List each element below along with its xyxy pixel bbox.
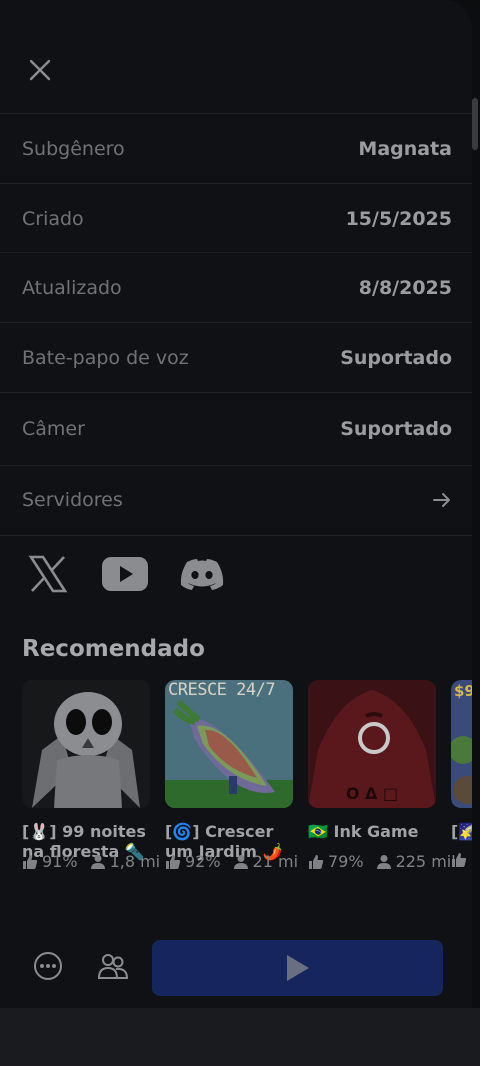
game-stats <box>451 852 471 868</box>
party-icon[interactable] <box>97 950 129 982</box>
detail-key: Criado <box>22 208 84 230</box>
row-divider <box>0 322 472 323</box>
detail-row-subgenre: Subgênero Magnata <box>22 129 452 169</box>
game-stats: 92% 21 mi <box>165 852 298 871</box>
detail-value: 8/8/2025 <box>358 277 452 299</box>
close-icon[interactable] <box>26 56 54 84</box>
detail-value: Magnata <box>358 138 452 160</box>
game-thumbnail: CRESCE 24/7 <box>165 680 293 808</box>
player-count: 21 mi <box>252 852 299 871</box>
players-icon <box>90 854 105 869</box>
game-details-panel: Subgênero Magnata Criado 15/5/2025 Atual… <box>0 0 472 1008</box>
thumbs-up-icon <box>452 853 467 867</box>
game-card[interactable]: Ο Δ □ 🇧🇷 Ink Game 79% 225 mil <box>308 680 456 871</box>
row-divider <box>0 183 472 184</box>
arrow-right-icon <box>433 493 450 507</box>
detail-row-camera: Câmer Suportado <box>22 409 452 449</box>
game-title: 🇧🇷 Ink Game <box>308 822 419 841</box>
detail-value: Suportado <box>340 347 452 369</box>
like-ratio: 79% <box>328 852 364 871</box>
detail-key: Bate-papo de voz <box>22 347 189 369</box>
more-options-icon[interactable] <box>32 950 64 982</box>
like-ratio: 91% <box>42 852 78 871</box>
detail-value: 15/5/2025 <box>345 208 452 230</box>
game-thumbnail <box>22 680 150 808</box>
game-card[interactable]: [🐰] 99 noites na floresta 🔦 91% 1,8 mi <box>22 680 160 871</box>
servers-link[interactable]: Servidores <box>22 480 452 520</box>
youtube-icon[interactable] <box>102 552 148 596</box>
servers-label: Servidores <box>22 489 123 511</box>
game-thumbnail: $9 <box>451 680 472 808</box>
thumbnail-text: CRESCE 24/7 <box>168 680 276 700</box>
game-card[interactable]: $9 [🌠] Bra <box>451 680 472 867</box>
like-ratio: 92% <box>185 852 221 871</box>
row-divider <box>0 252 472 253</box>
x-icon[interactable] <box>28 552 68 596</box>
row-divider <box>0 392 472 393</box>
thumbs-up-icon <box>309 854 324 869</box>
thumbnail-text: Ο Δ □ <box>345 784 399 803</box>
game-title: [🌠] Bra <box>451 822 472 841</box>
detail-value: Suportado <box>340 418 452 440</box>
thumbs-up-icon <box>23 854 38 869</box>
game-stats: 91% 1,8 mi <box>22 852 160 871</box>
discord-icon[interactable] <box>179 552 225 596</box>
recommended-title: Recomendado <box>22 636 205 662</box>
row-divider <box>0 535 472 536</box>
game-thumbnail: Ο Δ □ <box>308 680 436 808</box>
play-icon <box>286 955 309 981</box>
detail-row-voice-chat: Bate-papo de voz Suportado <box>22 338 452 378</box>
thumbs-up-icon <box>166 854 181 869</box>
players-icon <box>376 854 391 869</box>
detail-row-updated: Atualizado 8/8/2025 <box>22 268 452 308</box>
detail-key: Câmer <box>22 418 85 440</box>
game-card[interactable]: CRESCE 24/7 [🌀] Crescer um Jardim 🌶️ 92%… <box>165 680 298 871</box>
bottom-navigation-strip <box>0 1008 480 1066</box>
play-button[interactable] <box>152 940 443 996</box>
player-count: 1,8 mi <box>109 852 161 871</box>
player-count: 225 mil <box>395 852 456 871</box>
header-divider <box>0 113 472 114</box>
scrollbar[interactable] <box>472 98 478 150</box>
detail-key: Atualizado <box>22 277 122 299</box>
players-icon <box>233 854 248 869</box>
row-divider <box>0 465 472 466</box>
game-stats: 79% 225 mil <box>308 852 456 871</box>
detail-row-created: Criado 15/5/2025 <box>22 199 452 239</box>
detail-key: Subgênero <box>22 138 125 160</box>
thumbnail-text: $9 <box>454 682 472 700</box>
